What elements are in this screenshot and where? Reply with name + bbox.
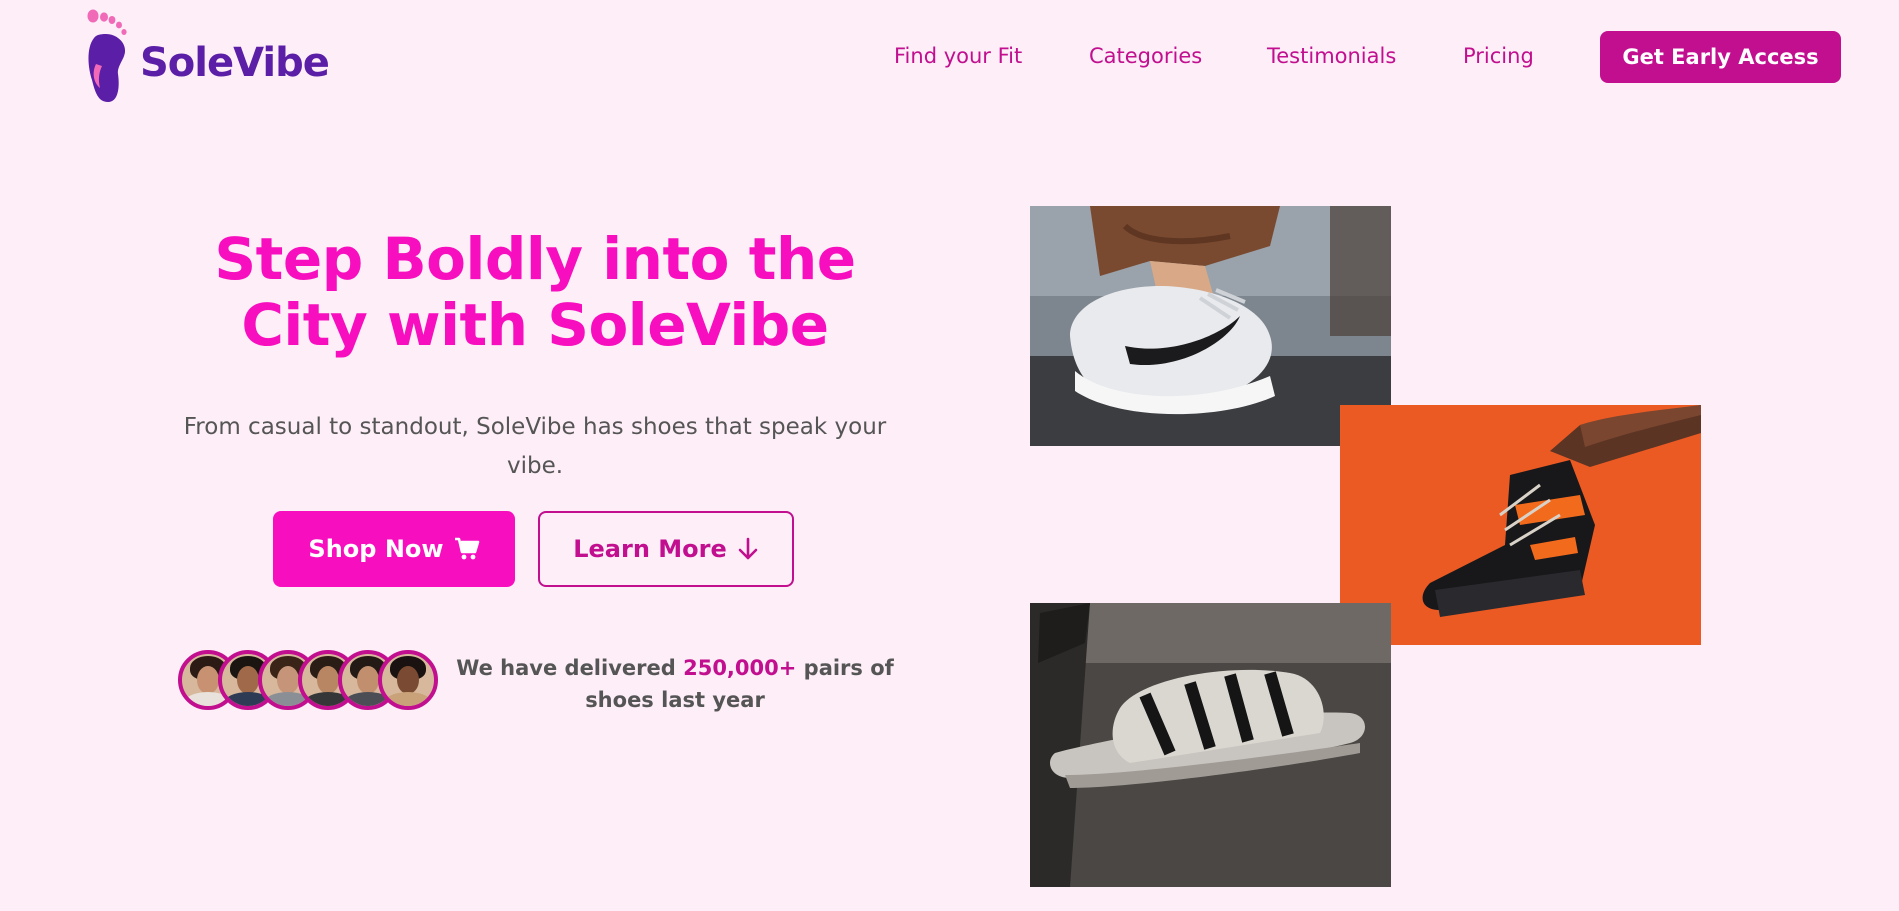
stat-prefix: We have delivered — [456, 656, 676, 680]
hero-title: Step Boldly into the City with SoleVibe — [140, 226, 930, 358]
delivery-stat: We have delivered 250,000+ pairs of shoe… — [455, 652, 895, 716]
get-early-access-button[interactable]: Get Early Access — [1600, 31, 1841, 83]
hero-subtitle: From casual to standout, SoleVibe has sh… — [183, 414, 887, 479]
nav-link-find-your-fit[interactable]: Find your Fit — [894, 44, 1022, 68]
learn-more-label: Learn More — [573, 535, 727, 563]
sandal-photo — [1030, 603, 1391, 887]
nav-link-categories[interactable]: Categories — [1089, 44, 1202, 68]
sneaker-photo — [1030, 206, 1391, 446]
main-nav: Find your Fit Categories Testimonials Pr… — [0, 31, 1899, 83]
cart-icon — [454, 537, 480, 561]
shop-now-button[interactable]: Shop Now — [273, 511, 515, 587]
stat-number: 250,000+ — [683, 656, 797, 680]
hero-title-line-2: City with SoleVibe — [241, 291, 829, 359]
avatar — [378, 650, 438, 710]
nav-link-pricing[interactable]: Pricing — [1463, 44, 1534, 68]
nav-link-testimonials[interactable]: Testimonials — [1267, 44, 1396, 68]
boot-photo — [1340, 405, 1701, 645]
learn-more-button[interactable]: Learn More — [538, 511, 794, 587]
hero-title-line-1: Step Boldly into the — [214, 225, 856, 293]
arrow-down-icon — [737, 537, 759, 561]
shop-now-label: Shop Now — [308, 535, 444, 563]
